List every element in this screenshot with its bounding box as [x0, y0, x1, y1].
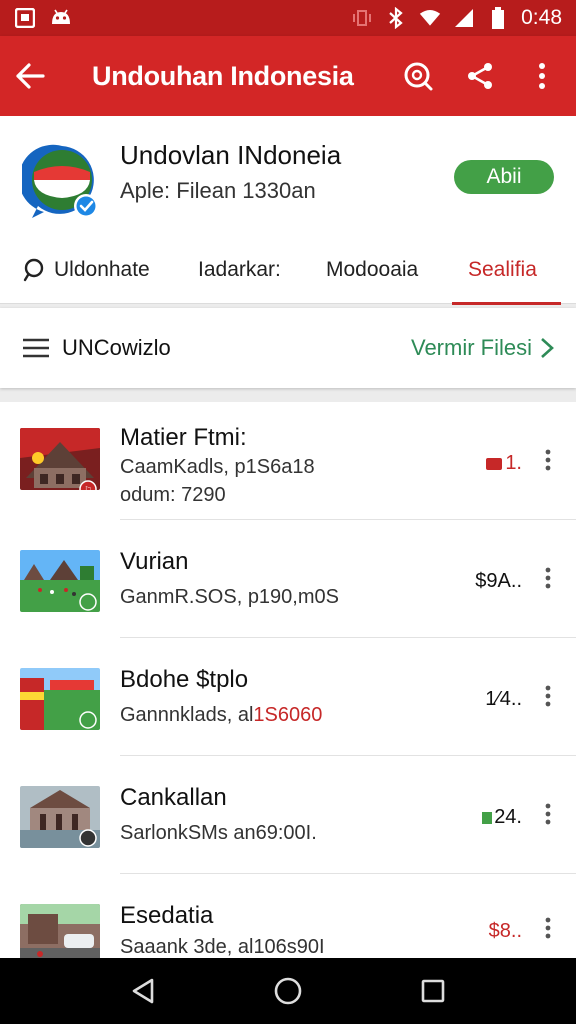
item-thumbnail: ⚐	[20, 428, 100, 490]
nav-recents-icon[interactable]	[415, 973, 451, 1009]
status-time: 0:48	[521, 6, 562, 29]
item-more-icon[interactable]	[538, 446, 558, 474]
item-thumbnail	[20, 786, 100, 848]
item-more-icon[interactable]	[538, 564, 558, 592]
item-title: Cankallan	[120, 784, 227, 811]
item-price-value: 1.	[505, 452, 522, 474]
view-all-link[interactable]: Vermir Filesi	[411, 335, 554, 361]
list-item[interactable]: ⚐ Matier Ftmi: CaamKadls, p1S6a18 odum: …	[0, 402, 576, 520]
tab-uldonhate[interactable]: Uldonhate	[22, 236, 150, 304]
app-subtitle: Aple: Filean 1330an	[120, 178, 316, 203]
item-meta: SarlonkSMs an69:00I.	[120, 822, 317, 844]
tab-modooaia[interactable]: Modooaia	[326, 236, 418, 304]
item-thumbnail	[20, 904, 100, 958]
item-price: 24.	[482, 806, 522, 829]
section-header: UNCowizlo Vermir Filesi	[0, 308, 576, 388]
item-list: ⚐ Matier Ftmi: CaamKadls, p1S6a18 odum: …	[0, 402, 576, 958]
tab-label: Uldonhate	[54, 258, 150, 281]
nav-back-icon[interactable]	[125, 973, 161, 1009]
item-title: Bdohe $tplo	[120, 666, 249, 693]
search-icon[interactable]	[402, 60, 434, 92]
battery-icon	[487, 7, 509, 29]
status-bar: 0:48	[0, 0, 576, 36]
item-thumbnail	[20, 550, 100, 612]
app-bar-title: Undouhan Indonesia	[92, 60, 354, 91]
overflow-menu-icon[interactable]	[526, 60, 558, 92]
view-all-label: Vermir Filesi	[410, 335, 532, 360]
signal-icon	[453, 7, 475, 29]
app-bar: Undouhan Indonesia	[0, 36, 576, 116]
item-meta-highlight: 1S6060	[253, 704, 323, 726]
green-tag-icon	[482, 810, 493, 826]
section-title: UNCowizlo	[62, 335, 171, 360]
item-price: 1⁄4..	[485, 688, 522, 710]
item-title: Vurian	[120, 548, 189, 575]
list-item[interactable]: Bdohe $tplo Gannnklads, al1S6060 1⁄4..	[0, 638, 576, 756]
item-more-icon[interactable]	[538, 800, 558, 828]
vibrate-icon	[351, 7, 373, 29]
item-more-icon[interactable]	[538, 914, 558, 942]
list-item[interactable]: Cankallan SarlonkSMs an69:00I. 24.	[0, 756, 576, 874]
item-price: $8..	[488, 920, 522, 942]
wifi-icon	[419, 7, 441, 29]
list-item[interactable]: Vurian GanmR.SOS, p190,m0S $9A..	[0, 520, 576, 638]
item-price: $9A..	[475, 570, 522, 592]
bluetooth-icon	[385, 7, 407, 29]
chevron-right-icon	[540, 337, 554, 359]
price-tag-icon	[485, 456, 503, 472]
item-title: Matier Ftmi:	[120, 424, 247, 451]
tab-label: Modooaia	[326, 258, 419, 281]
tab-label: Iadarkar:	[198, 258, 281, 281]
tab-sealifia[interactable]: Sealifia	[452, 236, 561, 305]
hamburger-menu-icon[interactable]	[22, 332, 50, 364]
item-meta: Saaank 3de, al106s90I	[120, 936, 325, 958]
item-meta: Gannnklads, al1S6060	[120, 704, 322, 727]
item-price: 1.	[485, 452, 522, 475]
item-meta-text: Gannnklads, al	[120, 704, 254, 726]
android-icon	[50, 7, 72, 29]
nav-home-icon[interactable]	[270, 973, 306, 1009]
svg-text:⚐: ⚐	[84, 486, 92, 490]
item-meta-secondary: odum: 7290	[120, 484, 226, 506]
app-name: Undovlan INdoneia	[120, 140, 342, 170]
item-more-icon[interactable]	[538, 682, 558, 710]
open-button[interactable]: Abii	[454, 160, 554, 194]
photo-icon	[14, 7, 36, 29]
system-nav-bar	[0, 958, 576, 1024]
tab-search-icon	[22, 258, 46, 282]
share-icon[interactable]	[464, 60, 496, 92]
app-logo-icon	[18, 142, 100, 220]
tab-iadarkar[interactable]: Iadarkar:	[198, 236, 281, 304]
item-price-value: 24.	[494, 806, 522, 828]
list-item[interactable]: Esedatia Saaank 3de, al106s90I $8..	[0, 874, 576, 958]
item-thumbnail	[20, 668, 100, 730]
app-header-card: Undovlan INdoneia Aple: Filean 1330an Ab…	[0, 116, 576, 305]
back-arrow-icon[interactable]	[14, 60, 46, 92]
item-meta: CaamKadls, p1S6a18	[120, 456, 315, 478]
item-title: Esedatia	[120, 902, 214, 929]
item-meta: GanmR.SOS, p190,m0S	[120, 586, 339, 608]
tab-bar: Uldonhate Iadarkar: Modooaia Sealifia	[0, 236, 576, 305]
tab-label: Sealifia	[468, 258, 537, 281]
